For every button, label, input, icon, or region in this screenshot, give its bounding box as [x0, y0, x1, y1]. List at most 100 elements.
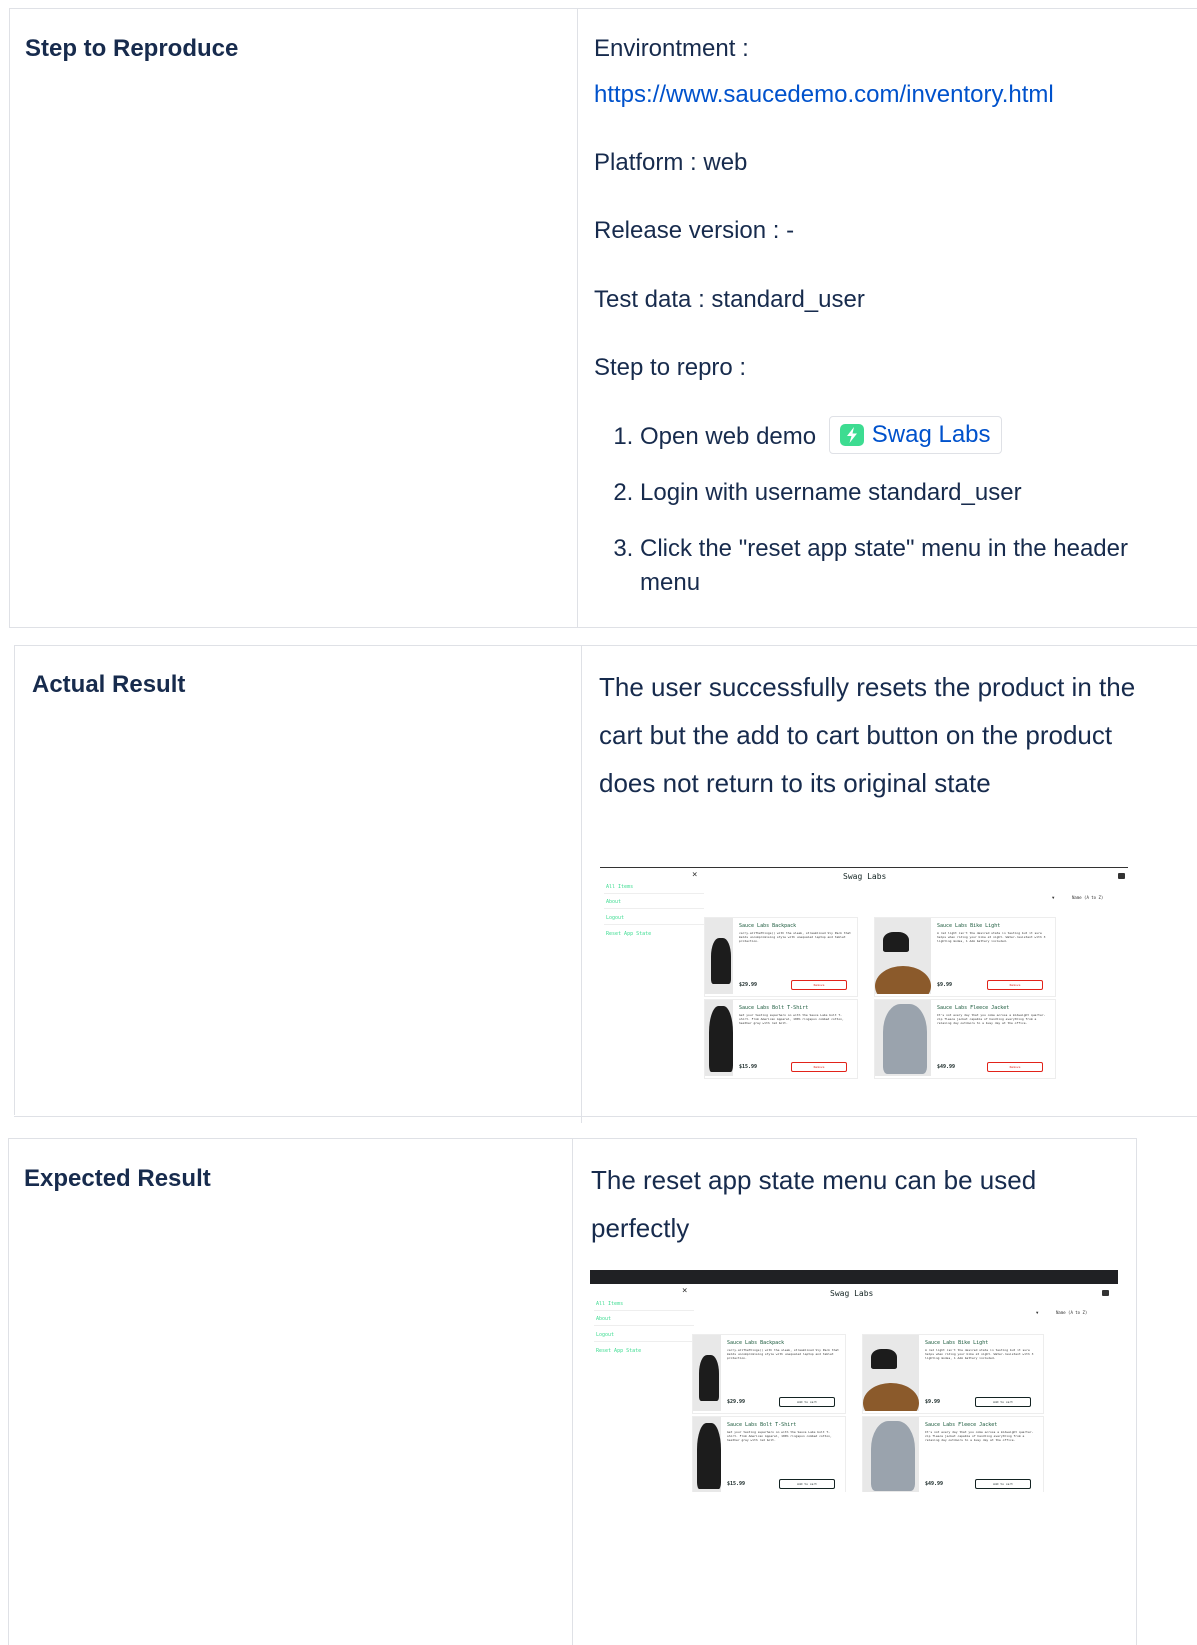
- menu-item-about: About: [606, 899, 622, 905]
- app-title: Swag Labs: [843, 872, 887, 881]
- menu-divider: [594, 1310, 694, 1311]
- product-desc: Get your testing superhero on with the S…: [727, 1430, 832, 1442]
- product-image: [705, 918, 733, 994]
- step-item: Click the "reset app state" menu in the …: [640, 532, 1160, 600]
- expected-result-label: Expected Result: [24, 1165, 211, 1192]
- step-item: Login with username standard_user: [640, 476, 1160, 510]
- sort-select: Name (A to Z): [1056, 1310, 1088, 1315]
- table-column-divider: [572, 1138, 573, 1645]
- swag-labs-smart-link[interactable]: Swag Labs: [828, 415, 1002, 454]
- product-price: $15.99: [739, 1064, 758, 1070]
- product-desc: It's not every day that you come across …: [925, 1430, 1034, 1442]
- menu-divider: [594, 1325, 694, 1326]
- product-desc: A red light isn't the desired state in t…: [925, 1348, 1034, 1360]
- menu-divider: [604, 893, 704, 894]
- product-price: $15.99: [727, 1481, 746, 1487]
- product-name: Sauce Labs Bike Light: [925, 1340, 989, 1346]
- table-column-divider: [577, 8, 578, 628]
- remove-button: Remove: [987, 1062, 1043, 1072]
- cart-icon: [1118, 873, 1125, 879]
- filter-icon: ▼: [1036, 1310, 1039, 1315]
- add-to-cart-button: Add to cart: [975, 1479, 1031, 1489]
- product-price: $9.99: [925, 1399, 941, 1405]
- actual-result-label: Actual Result: [32, 671, 186, 698]
- product-card: Sauce Labs Fleece Jacket It's not every …: [874, 999, 1056, 1079]
- remove-button: Remove: [987, 980, 1043, 990]
- product-card: Sauce Labs Backpack carry.allTheThings()…: [704, 917, 858, 997]
- product-image: [875, 1000, 931, 1076]
- header-line: [600, 867, 1128, 868]
- product-desc: carry.allTheThings() with the sleek, str…: [727, 1348, 839, 1360]
- table-border-left: [14, 645, 15, 1115]
- product-image: [875, 918, 931, 994]
- product-card: Sauce Labs Bolt T-Shirt Get your testing…: [692, 1416, 846, 1492]
- product-image: [693, 1417, 721, 1492]
- table-border-top: [14, 645, 1197, 646]
- cart-icon: [1102, 1290, 1109, 1296]
- add-to-cart-button: Add to cart: [779, 1397, 835, 1407]
- expected-result-screenshot: × Swag Labs All Items About Logout Reset…: [590, 1270, 1118, 1492]
- app-title: Swag Labs: [830, 1289, 874, 1298]
- product-image: [863, 1417, 919, 1492]
- product-name: Sauce Labs Fleece Jacket: [937, 1005, 1010, 1011]
- step-to-reproduce-label: Step to Reproduce: [25, 35, 239, 62]
- table-column-divider: [581, 645, 582, 1123]
- platform-text: Platform : web: [594, 149, 748, 176]
- menu-divider: [604, 908, 704, 909]
- release-version-text: Release version : -: [594, 217, 795, 244]
- close-icon: ×: [682, 1286, 688, 1296]
- product-card: Sauce Labs Bike Light A red light isn't …: [862, 1334, 1044, 1414]
- table-border-bottom: [14, 1116, 1197, 1117]
- actual-result-screenshot: × Swag Labs All Items About Logout Reset…: [600, 865, 1128, 1081]
- product-name: Sauce Labs Backpack: [727, 1340, 785, 1346]
- product-price: $49.99: [937, 1064, 956, 1070]
- add-to-cart-button: Add to cart: [779, 1479, 835, 1489]
- product-price: $29.99: [739, 982, 758, 988]
- sort-select: Name (A to Z): [1072, 895, 1104, 900]
- table-border-left: [9, 8, 10, 628]
- product-price: $9.99: [937, 982, 953, 988]
- product-image: [863, 1335, 919, 1411]
- product-card: Sauce Labs Backpack carry.allTheThings()…: [692, 1334, 846, 1414]
- menu-divider: [594, 1341, 694, 1342]
- product-image: [705, 1000, 733, 1076]
- table-border-right: [1136, 1138, 1137, 1645]
- remove-button: Remove: [791, 1062, 847, 1072]
- table-border-left: [8, 1138, 9, 1645]
- environment-label: Environtment :: [594, 35, 749, 62]
- remove-button: Remove: [791, 980, 847, 990]
- add-to-cart-button: Add to cart: [975, 1397, 1031, 1407]
- product-name: Sauce Labs Backpack: [739, 923, 797, 929]
- environment-url-link[interactable]: https://www.saucedemo.com/inventory.html: [594, 81, 1054, 108]
- product-desc: It's not every day that you come across …: [937, 1013, 1046, 1025]
- product-image: [693, 1335, 721, 1411]
- product-price: $49.99: [925, 1481, 944, 1487]
- table-border-bottom: [9, 627, 1197, 628]
- close-icon: ×: [692, 870, 698, 880]
- product-card: Sauce Labs Fleece Jacket It's not every …: [862, 1416, 1044, 1492]
- product-name: Sauce Labs Bolt T-Shirt: [727, 1422, 797, 1428]
- table-border-top: [9, 8, 1197, 9]
- menu-item-about: About: [596, 1316, 612, 1322]
- product-name: Sauce Labs Bike Light: [937, 923, 1001, 929]
- menu-item-all-items: All Items: [606, 884, 634, 890]
- product-card: Sauce Labs Bike Light A red light isn't …: [874, 917, 1056, 997]
- expected-result-text: The reset app state menu can be used per…: [591, 1165, 1037, 1243]
- menu-item-all-items: All Items: [596, 1301, 624, 1307]
- browser-chrome: [590, 1270, 1118, 1284]
- menu-divider: [604, 924, 704, 925]
- product-name: Sauce Labs Fleece Jacket: [925, 1422, 998, 1428]
- product-card: Sauce Labs Bolt T-Shirt Get your testing…: [704, 999, 858, 1079]
- product-desc: A red light isn't the desired state in t…: [937, 931, 1046, 943]
- steps-label: Step to repro :: [594, 354, 747, 381]
- test-data-text: Test data : standard_user: [594, 286, 865, 313]
- product-desc: carry.allTheThings() with the sleek, str…: [739, 931, 851, 943]
- product-desc: Get your testing superhero on with the S…: [739, 1013, 844, 1025]
- menu-item-reset-app-state: Reset App State: [606, 931, 652, 937]
- menu-item-reset-app-state: Reset App State: [596, 1348, 642, 1354]
- menu-item-logout: Logout: [606, 915, 625, 921]
- steps-list: Open web demo Swag Labs Login with usern…: [592, 415, 1160, 600]
- filter-icon: ▼: [1052, 895, 1055, 900]
- step-item: Open web demo Swag Labs: [640, 415, 1160, 454]
- product-price: $29.99: [727, 1399, 746, 1405]
